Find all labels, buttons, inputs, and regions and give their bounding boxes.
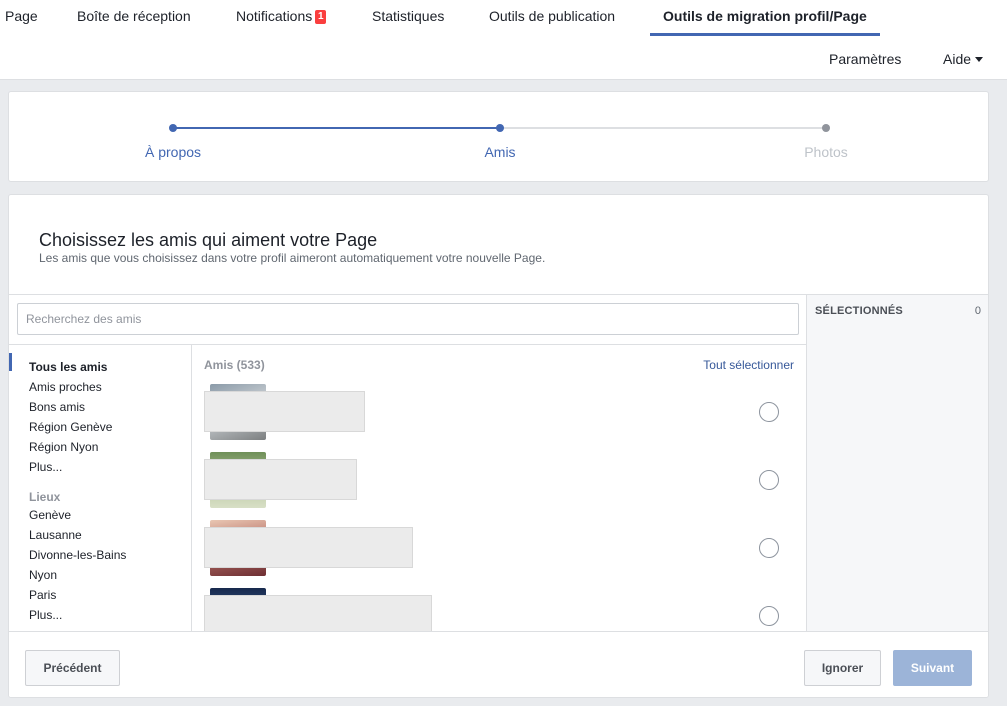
tab-statistics[interactable]: Statistiques [372,8,444,24]
step-dot-photos [822,124,830,132]
step-progress-line-upcoming [500,127,826,129]
friends-count-header: Amis (533) [204,358,265,372]
filter-good-friends[interactable]: Bons amis [29,400,85,414]
step-label-photos: Photos [804,144,848,160]
active-tab-underline [650,33,880,36]
place-nyon[interactable]: Nyon [29,568,57,582]
tab-page[interactable]: Page [5,8,38,24]
step-dot-friends [496,124,504,132]
next-button[interactable]: Suivant [893,650,972,686]
filter-all-friends[interactable]: Tous les amis [29,360,107,374]
tab-publishing-tools[interactable]: Outils de publication [489,8,615,24]
place-geneve[interactable]: Genève [29,508,71,522]
tab-notifications[interactable]: Notifications 1 [236,8,327,24]
friend-name-redacted [204,527,413,568]
settings-link[interactable]: Paramètres [829,51,901,67]
filter-region-geneve[interactable]: Région Genève [29,420,112,434]
selected-count: 0 [974,305,981,317]
friend-select-radio[interactable] [759,402,779,422]
page-top-nav: Page Boîte de réception Notifications 1 S… [0,0,1007,80]
filter-more[interactable]: Plus... [29,460,62,474]
friend-name-redacted [204,595,432,636]
previous-button[interactable]: Précédent [25,650,120,686]
caret-down-icon [975,57,984,62]
step-dot-about [169,124,177,132]
place-divonne-les-bains[interactable]: Divonne-les-Bains [29,548,126,562]
friend-search-input[interactable] [17,303,799,335]
ignore-button[interactable]: Ignorer [804,650,881,686]
tab-profile-page-migration-tools[interactable]: Outils de migration profil/Page [663,8,867,24]
filter-column-divider [191,345,192,631]
migration-stepper: À propos Amis Photos [8,91,989,182]
filter-region-nyon[interactable]: Région Nyon [29,440,98,454]
card-footer: Précédent Ignorer Suivant [9,631,988,697]
friend-row[interactable] [204,384,794,444]
choose-friends-card: Choisissez les amis qui aiment votre Pag… [8,194,989,698]
search-divider [9,344,806,345]
tab-inbox[interactable]: Boîte de réception [77,8,191,24]
place-paris[interactable]: Paris [29,588,56,602]
place-more[interactable]: Plus... [29,608,62,622]
help-menu[interactable]: Aide [943,51,984,67]
friend-row[interactable] [204,520,794,580]
help-menu-label: Aide [943,51,972,67]
selected-friends-panel: SÉLECTIONNÉS 0 [807,295,988,631]
places-heading: Lieux [29,490,61,504]
friend-select-radio[interactable] [759,470,779,490]
friend-select-radio[interactable] [759,606,779,626]
friend-select-radio[interactable] [759,538,779,558]
place-lausanne[interactable]: Lausanne [29,528,82,542]
friend-name-redacted [204,391,365,432]
step-label-about[interactable]: À propos [145,144,201,160]
step-progress-line-done [173,127,500,129]
step-label-friends: Amis [484,144,516,160]
select-all-link[interactable]: Tout sélectionner [703,358,794,372]
selected-panel-title: SÉLECTIONNÉS [815,305,903,317]
friend-name-redacted [204,459,357,500]
page-title: Choisissez les amis qui aiment votre Pag… [39,230,378,250]
tab-notifications-label: Notifications [236,8,313,24]
page-subtitle: Les amis que vous choisissez dans votre … [39,251,546,265]
active-filter-indicator [9,353,12,371]
filter-close-friends[interactable]: Amis proches [29,380,102,394]
notification-count-badge: 1 [315,10,327,24]
friend-row[interactable] [204,452,794,512]
